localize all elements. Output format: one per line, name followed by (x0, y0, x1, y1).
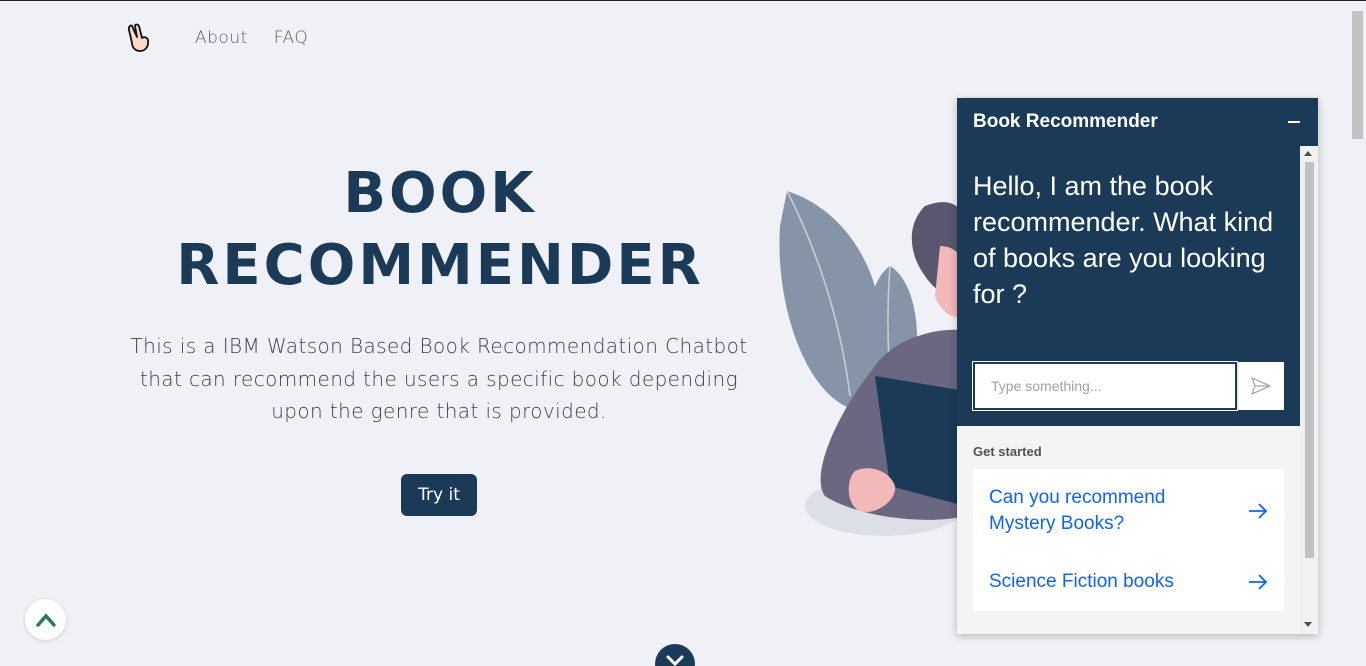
chat-scrollbar[interactable] (1300, 146, 1318, 634)
chat-input-wrap (972, 361, 1284, 411)
hero-title: BOOK RECOMMENDER (120, 158, 760, 302)
suggestion-science-fiction[interactable]: Science Fiction books (973, 553, 1284, 611)
hero-title-line2: RECOMMENDER (176, 233, 704, 298)
suggestion-list: Can you recommend Mystery Books? Science… (973, 469, 1284, 611)
hero-title-line1: BOOK (343, 161, 537, 226)
send-icon (1251, 377, 1271, 395)
top-nav: About FAQ (126, 21, 334, 55)
suggestion-mystery-books[interactable]: Can you recommend Mystery Books? (973, 469, 1284, 553)
peace-hand-icon[interactable] (126, 22, 154, 54)
reading-person-illustration (779, 190, 965, 536)
page-scrollbar[interactable] (1349, 1, 1366, 666)
nav-about-link[interactable]: About (195, 28, 248, 48)
minimize-icon[interactable] (1288, 121, 1300, 123)
arrow-right-icon (1249, 503, 1268, 519)
send-button[interactable] (1237, 362, 1284, 410)
get-started-label: Get started (973, 444, 1042, 459)
scroll-up-arrow-icon[interactable] (1304, 151, 1312, 156)
arrow-right-icon (1249, 574, 1268, 590)
chat-body: Hello, I am the book recommender. What k… (957, 146, 1300, 634)
suggestion-label: Can you recommend Mystery Books? (989, 487, 1166, 534)
scroll-down-arrow-icon[interactable] (1304, 622, 1312, 627)
nav-faq-link[interactable]: FAQ (274, 28, 308, 48)
chat-title: Book Recommender (973, 111, 1158, 132)
chat-welcome-panel: Hello, I am the book recommender. What k… (957, 146, 1300, 426)
suggestion-label: Science Fiction books (989, 571, 1174, 592)
chat-header: Book Recommender (957, 98, 1318, 146)
chevron-down-icon (666, 655, 684, 666)
chat-welcome-message: Hello, I am the book recommender. What k… (973, 171, 1274, 309)
chat-message-input[interactable] (972, 361, 1238, 411)
scroll-down-button[interactable] (655, 644, 695, 666)
scroll-to-top-button[interactable] (25, 599, 66, 640)
hero-description: This is a IBM Watson Based Book Recommen… (130, 334, 748, 423)
chat-widget: Book Recommender Hello, I am the book re… (957, 98, 1318, 634)
try-it-button[interactable]: Try it (401, 474, 477, 516)
chevron-up-icon (35, 612, 56, 627)
page-scrollbar-thumb[interactable] (1352, 11, 1363, 139)
chat-scrollbar-thumb[interactable] (1305, 162, 1314, 558)
